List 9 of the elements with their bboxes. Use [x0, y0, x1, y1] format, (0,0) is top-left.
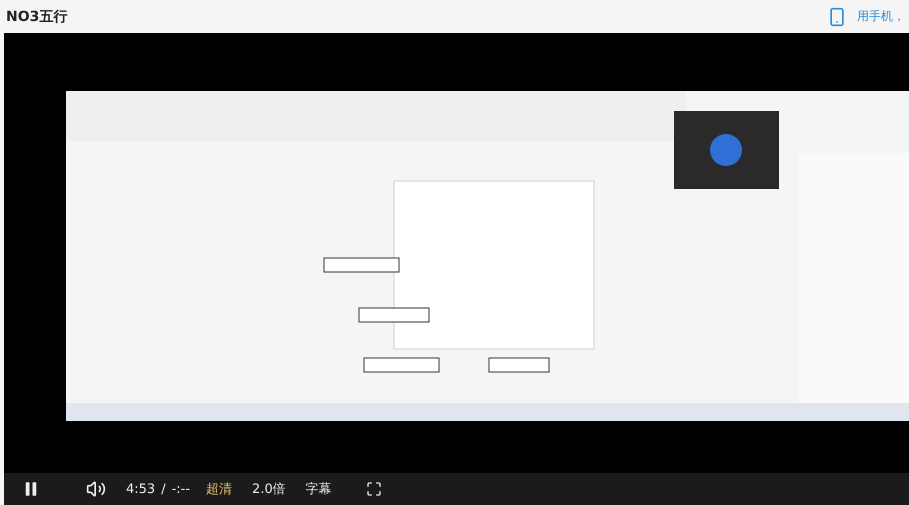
current-time: 4:53 [126, 482, 156, 496]
video-title: NO3五行 [6, 8, 68, 26]
quality-button[interactable]: 超清 [206, 480, 232, 498]
duration: -:-- [172, 482, 190, 496]
speed-button[interactable]: 2.0倍 [252, 480, 286, 498]
volume-button[interactable] [86, 479, 106, 499]
time-separator: / [161, 482, 166, 496]
subtitles-button[interactable]: 字幕 [306, 480, 332, 498]
fullscreen-button[interactable] [366, 481, 382, 497]
